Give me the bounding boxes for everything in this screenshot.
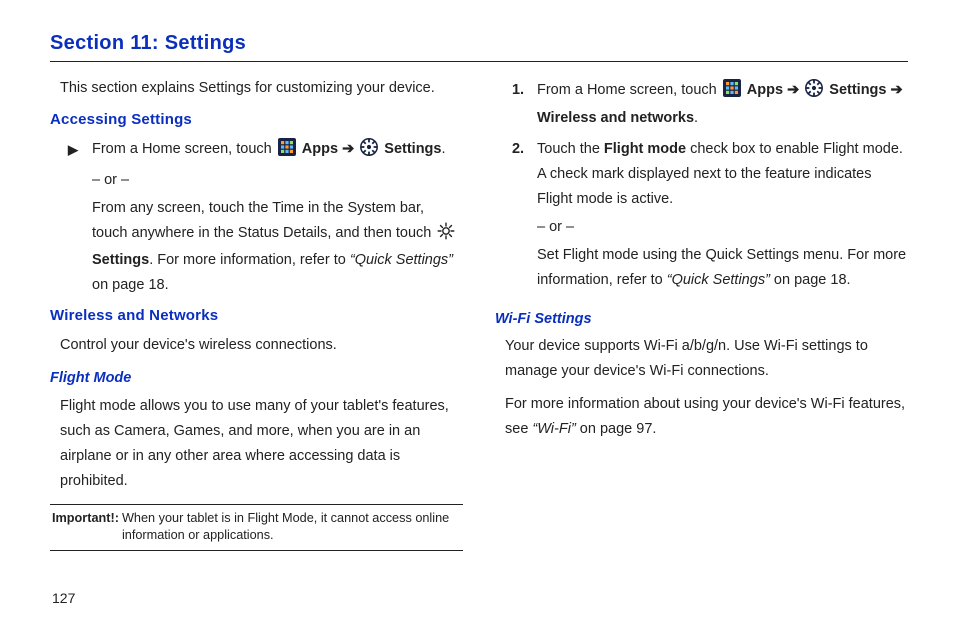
step-body: Touch the Flight mode check box to enabl… — [537, 137, 908, 293]
settings-label: Settings — [92, 252, 149, 268]
text: on page 18. — [92, 277, 169, 293]
arrow-icon: ➔ — [787, 82, 803, 98]
settings-label: Settings — [384, 141, 441, 157]
page-number: 127 — [52, 590, 75, 606]
wireless-label: Wireless and networks — [537, 110, 694, 126]
heading-wifi-settings: Wi-Fi Settings — [495, 307, 908, 332]
cross-ref: “Quick Settings” — [667, 272, 770, 288]
text: From any screen, touch the Time in the S… — [92, 200, 435, 241]
text: Touch the — [537, 141, 604, 157]
settings-light-icon — [437, 222, 455, 249]
important-text: When your tablet is in Flight Mode, it c… — [122, 510, 461, 544]
step-body: From a Home screen, touch Apps ➔ Setting… — [92, 137, 463, 165]
settings-icon — [360, 138, 378, 165]
period: . — [694, 110, 698, 126]
or-separator: – or – — [537, 215, 908, 240]
important-label: Important!: — [52, 510, 119, 544]
flight-mode-label: Flight mode — [604, 141, 686, 157]
or-separator: – or – — [92, 168, 463, 193]
step-number: 2. — [509, 137, 527, 162]
text: From a Home screen, touch — [537, 82, 721, 98]
section-title: Section 11: Settings — [50, 32, 908, 55]
text: on page 97. — [576, 421, 657, 437]
manual-page: Section 11: Settings This section explai… — [0, 0, 954, 636]
right-column: 1. From a Home screen, touch Apps ➔ Sett… — [495, 76, 908, 551]
heading-flight-mode: Flight Mode — [50, 366, 463, 391]
title-rule — [50, 61, 908, 62]
arrow-icon: ➔ — [891, 82, 903, 98]
heading-accessing-settings: Accessing Settings — [50, 107, 463, 133]
apps-label: Apps — [302, 141, 338, 157]
heading-wireless-networks: Wireless and Networks — [50, 303, 463, 329]
numbered-step-1: 1. From a Home screen, touch Apps ➔ Sett… — [509, 78, 908, 131]
step-body: From a Home screen, touch Apps ➔ Setting… — [537, 78, 908, 131]
triangle-marker-icon: ▶ — [64, 137, 82, 161]
cross-ref: “Quick Settings” — [350, 252, 453, 268]
alt-instruction: From any screen, touch the Time in the S… — [92, 196, 463, 299]
wireless-intro: Control your device's wireless connectio… — [60, 333, 463, 358]
period: . — [441, 141, 445, 157]
text: From a Home screen, touch — [92, 141, 276, 157]
apps-label: Apps — [747, 82, 783, 98]
step-number: 1. — [509, 78, 527, 103]
left-column: This section explains Settings for custo… — [50, 76, 463, 551]
apps-icon — [278, 138, 296, 165]
step-bullet: ▶ From a Home screen, touch Apps ➔ Setti… — [64, 137, 463, 165]
numbered-step-2: 2. Touch the Flight mode check box to en… — [509, 137, 908, 293]
wifi-para-2: For more information about using your de… — [505, 392, 908, 442]
settings-icon — [805, 79, 823, 106]
text: on page 18. — [770, 272, 851, 288]
apps-icon — [723, 79, 741, 106]
text: . For more information, refer to — [149, 252, 350, 268]
settings-label: Settings — [829, 82, 886, 98]
wifi-para-1: Your device supports Wi-Fi a/b/g/n. Use … — [505, 334, 908, 384]
important-note: Important!: When your tablet is in Fligh… — [50, 504, 463, 551]
arrow-icon: ➔ — [342, 141, 358, 157]
two-column-layout: This section explains Settings for custo… — [50, 76, 908, 551]
flight-mode-para: Flight mode allows you to use many of yo… — [60, 394, 463, 494]
intro-text: This section explains Settings for custo… — [60, 76, 463, 101]
cross-ref: “Wi-Fi” — [532, 421, 575, 437]
